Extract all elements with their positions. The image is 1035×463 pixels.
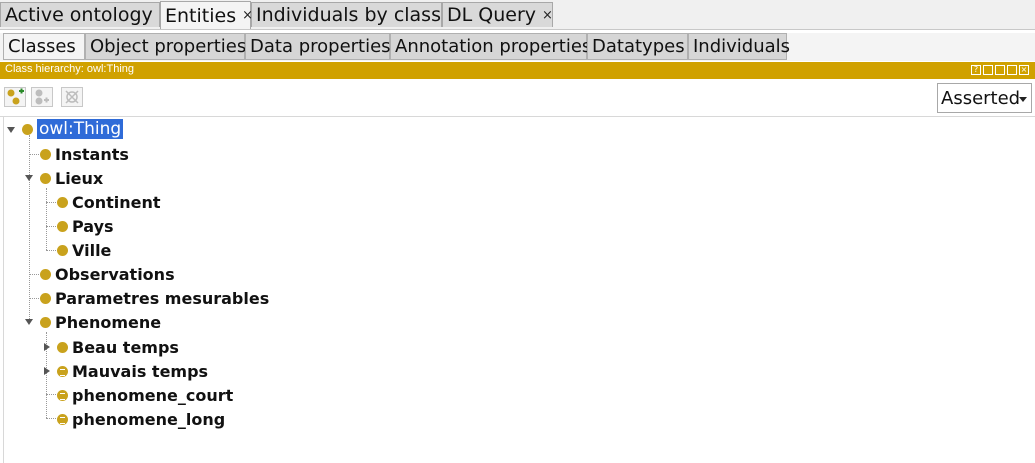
collapse-toggle-icon[interactable] <box>44 343 50 351</box>
tab-label: DL Query <box>447 4 536 26</box>
pin-icon[interactable] <box>983 65 993 75</box>
add-sibling-icon <box>35 89 49 105</box>
chevron-down-icon <box>1019 97 1027 102</box>
tree-node-label: Lieux <box>55 168 104 188</box>
delete-class-icon <box>65 90 79 104</box>
tree-node-instants[interactable]: Instants <box>40 143 129 165</box>
tree-node-label: Beau temps <box>72 337 179 357</box>
class-icon <box>40 292 51 304</box>
class-icon <box>40 316 51 328</box>
tree-node-phenomene-court[interactable]: phenomene_court <box>57 384 233 406</box>
class-icon <box>57 220 68 232</box>
tree-node-pays[interactable]: Pays <box>57 215 114 237</box>
tree-connector <box>46 202 56 203</box>
tree-node-beau-temps[interactable]: Beau temps <box>57 336 179 358</box>
subtab-datatypes[interactable]: Datatypes <box>587 33 688 60</box>
entities-subtab-bar: Classes Object properties Data propertie… <box>0 33 1035 61</box>
class-hierarchy-tree: owl:Thing Instants Lieux Continent Pays … <box>3 117 1035 463</box>
tree-node-owl-thing[interactable]: owl:Thing <box>22 118 124 140</box>
subtab-classes[interactable]: Classes <box>3 33 85 60</box>
add-subclass-icon <box>7 88 24 105</box>
class-icon <box>57 341 68 353</box>
defined-class-icon <box>57 413 68 425</box>
tree-connector <box>46 418 56 419</box>
tree-node-ville[interactable]: Ville <box>57 239 111 261</box>
class-icon <box>22 123 33 135</box>
tree-node-phenomene-long[interactable]: phenomene_long <box>57 408 225 430</box>
tab-active-ontology[interactable]: Active ontology × <box>0 2 170 27</box>
tab-label: Entities <box>165 4 237 27</box>
tree-connector <box>46 188 47 250</box>
tree-node-label: owl:Thing <box>37 119 124 139</box>
close-view-icon[interactable]: × <box>1019 65 1029 75</box>
view-title: Class hierarchy: owl:Thing <box>5 63 134 75</box>
class-icon <box>40 148 51 160</box>
expand-toggle-icon[interactable] <box>25 175 33 181</box>
expand-toggle-icon[interactable] <box>25 319 33 325</box>
class-icon <box>40 172 51 184</box>
subtab-data-properties[interactable]: Data properties <box>245 33 391 60</box>
tree-node-label: Pays <box>72 216 114 236</box>
tree-connector <box>46 226 56 227</box>
subtab-individuals[interactable]: Individuals <box>688 33 790 60</box>
add-sibling-button[interactable] <box>31 87 53 107</box>
tree-node-label: Continent <box>72 192 161 212</box>
tree-node-mauvais-temps[interactable]: Mauvais temps <box>57 360 208 382</box>
tree-node-label: Observations <box>55 264 175 284</box>
delete-class-button[interactable] <box>61 87 83 107</box>
tree-connector <box>46 250 56 251</box>
maximize-icon[interactable] <box>1007 65 1017 75</box>
tree-node-label: Parametres mesurables <box>55 288 270 308</box>
tree-connector <box>29 154 39 155</box>
class-toolbar: Asserted <box>0 80 1035 117</box>
tree-node-label: phenomene_long <box>72 409 226 429</box>
tree-connector <box>29 298 39 299</box>
tab-label: Individuals by class <box>256 4 441 26</box>
class-icon <box>40 268 51 280</box>
tree-node-observations[interactable]: Observations <box>40 263 175 285</box>
tab-label: Active ontology <box>5 4 153 26</box>
tree-node-parametres-mesurables[interactable]: Parametres mesurables <box>40 287 269 309</box>
tree-node-continent[interactable]: Continent <box>57 191 161 213</box>
minimize-icon[interactable] <box>995 65 1005 75</box>
class-icon <box>57 196 68 208</box>
tree-node-label: Mauvais temps <box>72 361 209 381</box>
tree-node-label: phenomene_court <box>72 385 234 405</box>
tree-node-label: Ville <box>72 240 112 260</box>
tree-connector <box>29 135 30 323</box>
tab-individuals-by-class[interactable]: Individuals by class × <box>251 2 458 27</box>
tree-node-lieux[interactable]: Lieux <box>40 167 103 189</box>
subtab-annotation-properties[interactable]: Annotation properties <box>390 33 591 60</box>
hierarchy-mode-select[interactable]: Asserted <box>937 83 1032 113</box>
expand-toggle-icon[interactable] <box>7 127 15 133</box>
defined-class-icon <box>57 389 68 401</box>
hierarchy-mode-value: Asserted <box>941 87 1021 109</box>
tree-node-phenomene[interactable]: Phenomene <box>40 311 161 333</box>
collapse-toggle-icon[interactable] <box>44 367 50 375</box>
help-icon[interactable]: ? <box>971 65 981 75</box>
add-subclass-button[interactable] <box>4 87 26 107</box>
close-icon[interactable]: × <box>542 8 553 23</box>
tree-connector <box>29 274 39 275</box>
class-icon <box>57 244 68 256</box>
main-tab-bar: Active ontology × Entities × Individuals… <box>0 0 1035 30</box>
tree-node-label: Phenomene <box>55 312 162 332</box>
view-header: Class hierarchy: owl:Thing ? × <box>0 62 1035 79</box>
tab-entities[interactable]: Entities × <box>160 1 253 29</box>
tree-node-label: Instants <box>55 144 129 164</box>
defined-class-icon <box>57 365 68 377</box>
tab-dl-query[interactable]: DL Query × <box>442 2 553 27</box>
tree-connector <box>46 394 56 395</box>
subtab-object-properties[interactable]: Object properties <box>85 33 246 60</box>
